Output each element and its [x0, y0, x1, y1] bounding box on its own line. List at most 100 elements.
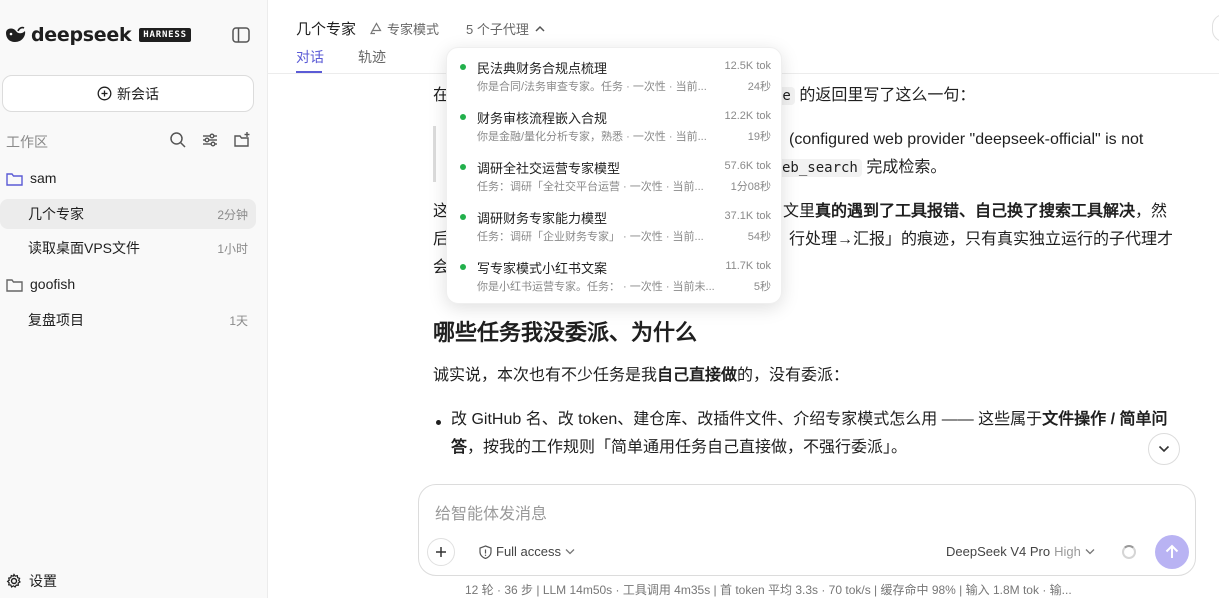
chevron-down-icon — [565, 548, 575, 555]
bold-text: 真的遇到了工具报错、自己换了搜索工具解决 — [815, 203, 1136, 220]
subagent-duration: 54秒 — [747, 231, 771, 243]
sidebar-session-item[interactable]: 几个专家 2分钟 — [0, 199, 256, 229]
workspace-actions — [169, 131, 251, 149]
sidebar-toggle-icon[interactable] — [232, 27, 250, 43]
subagent-item[interactable]: 财务审核流程嵌入合规 你是金融/量化分析专家，熟悉 · 一次性 · 当前... … — [447, 98, 783, 148]
brand-wordmark: deepseek — [31, 24, 132, 46]
blockquote-line: eb_search 完成检索。 — [778, 154, 946, 182]
subagent-duration: 24秒 — [747, 81, 771, 93]
session-time: 1天 — [229, 313, 248, 328]
model-select[interactable]: DeepSeek V4 Pro High — [946, 544, 1095, 559]
access-label: Full access — [496, 544, 562, 559]
sidebar-session-item[interactable]: 复盘项目 1天 — [0, 305, 256, 335]
running-status-dot — [460, 114, 466, 120]
subagent-dropdown: 民法典财务合规点梳理 你是合同/法务审查专家。任务 · 一次性 · 当前... … — [446, 47, 782, 304]
session-title: 复盘项目 — [28, 312, 84, 328]
subagent-name: 民法典财务合规点梳理 — [477, 61, 608, 76]
subagent-item[interactable]: 调研财务专家能力模型 任务：调研「企业财务专家」 · 一次性 · 当前... 3… — [447, 198, 783, 248]
running-status-dot — [460, 64, 466, 70]
subagent-item[interactable]: 民法典财务合规点梳理 你是合同/法务审查专家。任务 · 一次性 · 当前... … — [447, 48, 783, 98]
arrow-up-icon — [1165, 544, 1179, 560]
message-input[interactable]: 给智能体发消息 — [435, 500, 547, 524]
expert-mode-badge[interactable]: 专家模式 — [370, 19, 439, 38]
section-heading: 哪些任务我没委派、为什么 — [433, 320, 698, 345]
workspace-label: 工作区 — [6, 134, 48, 150]
subagent-tokens: 37.1K tok — [724, 210, 771, 222]
list-item: 改 GitHub 名、改 token、建仓库、改插件文件、介绍专家模式怎么用 —… — [451, 411, 1168, 428]
access-level-select[interactable]: Full access — [479, 544, 575, 559]
settings-button[interactable]: 设置 — [6, 571, 57, 591]
workspace-group-goofish[interactable]: goofish — [6, 276, 75, 292]
session-title: 读取桌面VPS文件 — [28, 240, 141, 256]
session-time: 1小时 — [217, 241, 248, 256]
new-chat-label: 新会话 — [117, 85, 159, 102]
running-status-dot — [460, 164, 466, 170]
subagent-name: 财务审核流程嵌入合规 — [477, 111, 608, 126]
tab-trace[interactable]: 轨迹 — [358, 47, 386, 67]
subagent-item[interactable]: 调研全社交运营专家模型 任务：调研「全社交平台运营 · 一次性 · 当前... … — [447, 148, 783, 198]
settings-label: 设置 — [29, 573, 57, 589]
folder-icon — [6, 171, 23, 186]
recycle-icon — [370, 22, 383, 35]
session-title: 几个专家 — [28, 206, 84, 222]
brand-badge: HARNESS — [139, 28, 191, 42]
gear-icon — [6, 573, 22, 589]
running-status-dot — [460, 264, 466, 270]
page-title: 几个专家 — [296, 21, 357, 38]
message-paragraph: 文里真的遇到了工具报错、自己换了搜索工具解决，然 — [783, 203, 1168, 220]
list-item-continued: 答，按我的工作规则「简单通用任务自己直接做，不强行委派」。 — [451, 439, 908, 456]
subagent-duration: 1分08秒 — [730, 181, 771, 193]
blockquote-line: (configured web provider "deepseek-offic… — [789, 131, 1144, 148]
loading-spinner — [1122, 545, 1136, 559]
workspace-group-sam[interactable]: sam — [6, 170, 56, 186]
sidebar: deepseek HARNESS 新会话 工作区 sam 几个专家 2分钟 读取… — [0, 0, 268, 598]
tab-chat[interactable]: 对话 — [296, 47, 324, 67]
subagent-item[interactable]: 写专家模式小红书文案 你是小红书运营专家。任务： · 一次性 · 当前未... … — [447, 248, 783, 298]
blockquote-bar — [433, 126, 436, 182]
plus-circle-icon — [97, 86, 112, 101]
sidebar-session-item[interactable]: 读取桌面VPS文件 1小时 — [0, 233, 256, 263]
subagent-tokens: 11.7K tok — [725, 260, 771, 272]
subagent-dropdown-toggle[interactable]: 5 个子代理 — [466, 19, 545, 38]
inline-code: eb_search — [778, 159, 862, 177]
subagent-count: 5 个子代理 — [466, 22, 529, 37]
subagent-name: 写专家模式小红书文案 — [477, 261, 608, 276]
subagent-desc: 任务：调研「全社交平台运营 · 一次性 · 当前... — [477, 181, 704, 193]
new-chat-button[interactable]: 新会话 — [2, 75, 254, 112]
bold-text: 文件操作 / 简单问 — [1042, 411, 1168, 428]
shield-icon — [479, 544, 492, 559]
subagent-name: 调研财务专家能力模型 — [477, 211, 608, 226]
attach-button[interactable] — [427, 538, 455, 566]
brand-logo[interactable]: deepseek HARNESS — [4, 24, 191, 46]
message-paragraph: ce 的返回里写了这么一句： — [770, 82, 975, 110]
sliders-icon[interactable] — [201, 131, 219, 149]
expert-mode-label: 专家模式 — [387, 22, 440, 37]
user-avatar[interactable] — [1212, 14, 1219, 42]
chevron-up-icon — [535, 25, 545, 32]
subagent-name: 调研全社交运营专家模型 — [477, 161, 621, 176]
list-bullet — [436, 420, 441, 425]
plus-icon — [435, 546, 447, 558]
chevron-down-icon — [1158, 445, 1170, 453]
send-button[interactable] — [1155, 535, 1189, 569]
bold-text: 答 — [451, 439, 468, 456]
subagent-desc: 任务：调研「企业财务专家」 · 一次性 · 当前... — [477, 231, 704, 243]
group-name: sam — [30, 170, 57, 186]
whale-logo-icon — [4, 25, 28, 45]
scroll-to-bottom-button[interactable] — [1148, 433, 1180, 465]
running-status-dot — [460, 214, 466, 220]
subagent-duration: 19秒 — [747, 131, 771, 143]
message-composer: 给智能体发消息 Full access DeepSeek V4 Pro High — [418, 484, 1196, 576]
bold-text: 自己直接做 — [657, 367, 738, 384]
chevron-down-icon — [1085, 548, 1095, 555]
session-time: 2分钟 — [217, 207, 248, 222]
subagent-tokens: 57.6K tok — [724, 160, 771, 172]
search-icon[interactable] — [169, 131, 187, 149]
new-folder-icon[interactable] — [233, 131, 251, 149]
subagent-desc: 你是小红书运营专家。任务： · 一次性 · 当前未... — [477, 281, 715, 293]
message-paragraph: 行处理→汇报」的痕迹，只有真实独立运行的子代理才 — [789, 231, 1174, 248]
effort-label: High — [1054, 544, 1081, 559]
folder-icon — [6, 277, 23, 292]
status-bar: 12 轮 · 36 步 | LLM 14m50s · 工具调用 4m35s | … — [465, 583, 1072, 597]
subagent-desc: 你是合同/法务审查专家。任务 · 一次性 · 当前... — [477, 81, 707, 93]
